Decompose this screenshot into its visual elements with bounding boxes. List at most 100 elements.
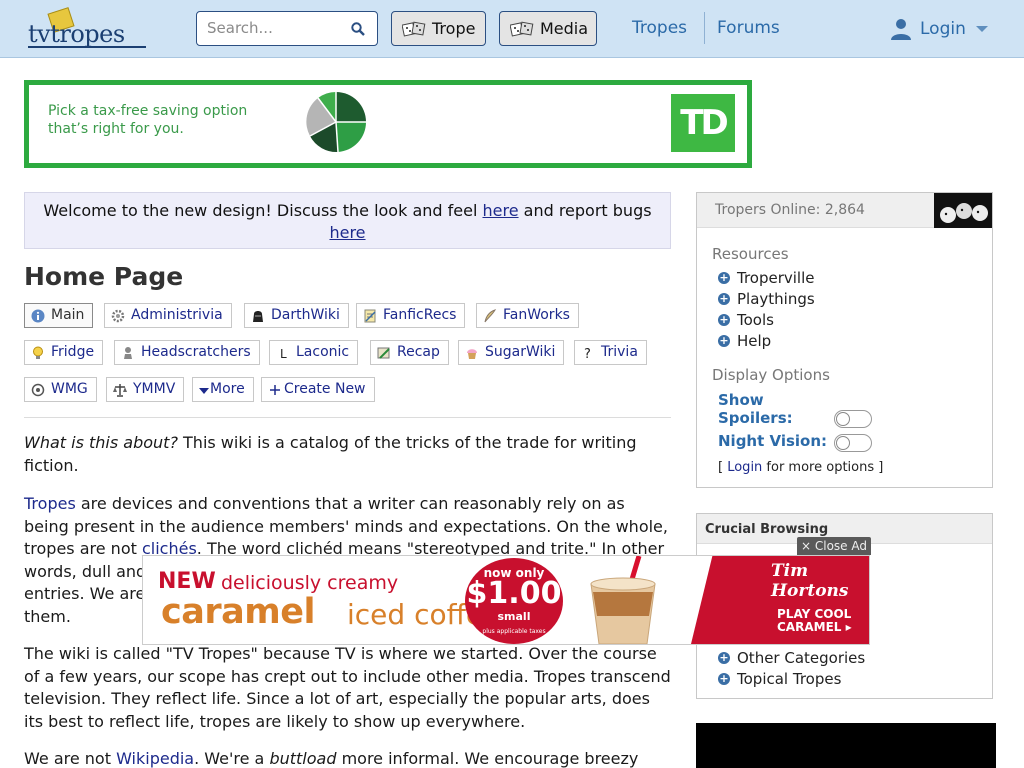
iced-coffee-cup-image [590, 556, 656, 644]
td-banner-ad[interactable]: Pick a tax-free saving option that’s rig… [24, 80, 752, 168]
name-paragraph: The wiki is called "TV Tropes" because T… [24, 644, 671, 731]
plus-circle-icon: + [718, 334, 730, 347]
tab-sugarwiki[interactable]: SugarWiki [458, 340, 565, 365]
tropers-online-header: Tropers Online: 2,864 [697, 193, 992, 228]
tab-label: YMMV [133, 381, 176, 397]
tropes-link[interactable]: Tropes [24, 494, 76, 513]
ad-tagline-line1: Pick a tax-free saving option [48, 103, 248, 119]
wmg-icon [31, 383, 45, 397]
wiki-emphasis: buttload [269, 749, 337, 768]
wikipedia-link[interactable]: Wikipedia [116, 749, 194, 768]
sidebar-item-topical-tropes[interactable]: + Topical Tropes [718, 669, 841, 689]
tab-create-new[interactable]: Create New [261, 377, 375, 402]
scales-icon [113, 384, 127, 397]
close-ad-button[interactable]: × Close Ad [797, 537, 871, 555]
tab-fridge[interactable]: Fridge [24, 340, 104, 365]
sidebar-item-label: Playthings [737, 290, 815, 308]
tab-ymmv[interactable]: YMMV [106, 377, 185, 402]
pie-graphic [306, 92, 367, 153]
sidebar-item-playthings[interactable]: + Playthings [718, 289, 815, 309]
gear-icon [111, 309, 125, 323]
intro-paragraph: What is this about? This wiki is a catal… [24, 432, 671, 477]
tab-more[interactable]: More [192, 377, 254, 402]
search-box[interactable] [196, 11, 378, 46]
sidebar-panel: Tropers Online: 2,864 Resources + Troperv… [696, 192, 993, 488]
notice-link-discuss[interactable]: here [482, 201, 518, 220]
notice-text-b: and report bugs [518, 201, 652, 220]
notepad-icon [364, 309, 376, 323]
tab-label: Administrivia [131, 307, 223, 323]
search-icon[interactable] [351, 22, 365, 36]
ad-cta-line2: CARAMEL ▸ [777, 620, 852, 634]
search-input[interactable] [207, 19, 347, 37]
logo-text: tvtropes [28, 20, 125, 48]
dice-icon [402, 21, 426, 37]
tim-hortons-ad[interactable]: × Close Ad NEW deliciously creamy carame… [142, 537, 871, 645]
tab-administrivia[interactable]: Administrivia [104, 303, 232, 328]
svg-text:?: ? [584, 347, 591, 360]
notice-link-bugs[interactable]: here [329, 223, 365, 242]
ad-caramel: caramel [161, 592, 315, 632]
wiki-text-c: more informal. We encourage breezy [336, 749, 639, 768]
user-icon [891, 19, 911, 40]
plus-circle-icon: + [718, 271, 730, 284]
sidebar-item-other-categories[interactable]: + Other Categories [718, 648, 865, 668]
login-more-a: [ [718, 460, 728, 475]
sidebar-ad-slot[interactable] [696, 723, 996, 768]
tim-hortons-logo: Tim Hortons [771, 561, 849, 601]
tab-label: WMG [51, 381, 88, 397]
plus-icon [270, 385, 280, 395]
tropers-online-count: Tropers Online: 2,864 [715, 202, 865, 218]
nav-forums-link[interactable]: Forums [717, 18, 780, 38]
tab-label: DarthWiki [271, 307, 340, 323]
info-icon [31, 309, 45, 323]
night-vision-toggle[interactable] [834, 434, 872, 452]
tab-recap[interactable]: Recap [370, 340, 449, 365]
tropes-text-d: them. [24, 606, 71, 626]
site-header: tvtropes Trope [0, 0, 1024, 58]
nav-tropes-link[interactable]: Tropes [632, 18, 687, 38]
tab-main[interactable]: Main [24, 303, 94, 328]
wiki-text-b: . We're a [194, 749, 270, 768]
sidebar-item-label: Tools [737, 311, 774, 329]
tab-label: SugarWiki [485, 344, 556, 360]
tab-label: Headscratchers [141, 344, 251, 360]
dice-icon [510, 21, 534, 37]
tab-darthwiki[interactable]: DarthWiki [244, 303, 349, 328]
cupcake-icon [467, 349, 477, 359]
tvtropes-logo[interactable]: tvtropes [28, 7, 148, 48]
sidebar-item-label: Topical Tropes [737, 670, 842, 688]
login-menu[interactable]: Login [890, 16, 966, 42]
ad-cta[interactable]: PLAY COOL CARAMEL ▸ [777, 608, 852, 634]
trope-button[interactable]: Trope [391, 11, 486, 46]
design-notice: Welcome to the new design! Discuss the l… [24, 192, 671, 249]
tab-headscratchers[interactable]: Headscratchers [114, 340, 260, 365]
sidebar-item-label: Troperville [737, 269, 815, 287]
trope-button-label: Trope [432, 19, 476, 38]
sidebar-item-help[interactable]: + Help [718, 331, 771, 351]
login-more-options: [ Login for more options ] [718, 460, 883, 475]
tab-label: FanficRecs [383, 307, 457, 323]
sidebar-item-troperville[interactable]: + Troperville [718, 268, 815, 288]
tab-fanworks[interactable]: FanWorks [476, 303, 579, 328]
login-more-link[interactable]: Login [727, 460, 762, 475]
svg-text:L: L [280, 347, 287, 360]
tab-trivia[interactable]: ? Trivia [574, 340, 647, 365]
tropers-faces-icon [934, 193, 992, 228]
ad-price: $1.00 [466, 576, 562, 611]
sidebar-item-tools[interactable]: + Tools [718, 310, 774, 330]
tropes-text-c: entries. We are [24, 584, 146, 603]
ad-price-badge: now only $1.00 small plus applicable tax… [465, 558, 563, 644]
night-vision-label: Night Vision: [718, 432, 828, 450]
page: tvtropes Trope [0, 0, 1024, 768]
chevron-down-icon[interactable] [976, 26, 988, 32]
caret-down-icon [199, 388, 209, 394]
wiki-text-a: We are not [24, 749, 117, 768]
media-button[interactable]: Media [499, 11, 597, 46]
ad-new-label: NEW [158, 569, 216, 594]
tab-label: Create New [284, 381, 366, 397]
show-spoilers-toggle[interactable] [834, 410, 872, 428]
tab-fanficrecs[interactable]: FanficRecs [356, 303, 466, 328]
tab-laconic[interactable]: L Laconic [269, 340, 359, 365]
tab-wmg[interactable]: WMG [24, 377, 97, 402]
